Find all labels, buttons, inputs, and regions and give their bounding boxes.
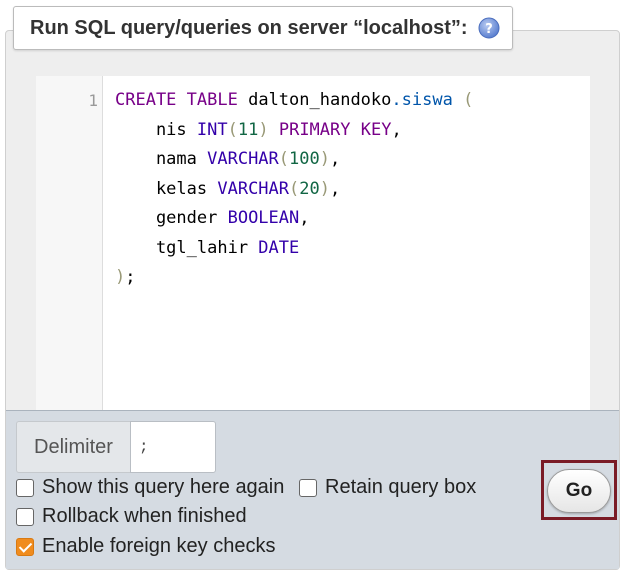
code-line: CREATE TABLE dalton_handoko.siswa ( xyxy=(115,86,473,116)
code-line: nis INT(11) PRIMARY KEY, xyxy=(115,116,473,146)
code-token: ) xyxy=(258,119,269,140)
code-token: , xyxy=(391,119,402,140)
code-token: VARCHAR xyxy=(217,178,290,199)
delimiter-input[interactable] xyxy=(130,421,216,473)
show-query-label: Show this query here again xyxy=(42,476,285,498)
code-token: , xyxy=(330,178,341,199)
line-number: 1 xyxy=(88,91,98,110)
line-number-gutter: 1 xyxy=(36,76,103,410)
foreign-key-label: Enable foreign key checks xyxy=(42,535,276,557)
code-token: tgl_lahir xyxy=(115,237,259,258)
code-token: KEY xyxy=(360,119,392,140)
code-token: dalton_handoko xyxy=(237,90,392,110)
code-token: TABLE xyxy=(186,90,238,110)
code-token: gender xyxy=(115,208,228,228)
code-line: gender BOOLEAN, xyxy=(115,204,473,234)
code-token: ) xyxy=(115,267,126,287)
svg-text:?: ? xyxy=(485,22,493,37)
rollback-checkbox[interactable] xyxy=(16,507,34,526)
code-token: ( xyxy=(278,149,290,169)
code-token: ( xyxy=(289,178,300,199)
code-token: kelas xyxy=(115,178,218,199)
code-token: , xyxy=(299,208,310,228)
code-token: DATE xyxy=(258,237,300,258)
code-token: VARCHAR xyxy=(207,149,279,169)
code-token: 100 xyxy=(289,149,320,169)
code-line: ); xyxy=(115,263,473,293)
code-token: INT xyxy=(196,119,228,140)
code-token: BOOLEAN xyxy=(227,208,300,228)
foreign-key-option[interactable]: Enable foreign key checks xyxy=(16,535,275,558)
code-token: nama xyxy=(115,149,208,169)
retain-box-option[interactable]: Retain query box xyxy=(299,476,476,499)
code-token: CREATE xyxy=(115,90,177,110)
retain-box-checkbox[interactable] xyxy=(299,478,317,497)
code-token: ( xyxy=(227,119,238,140)
help-icon[interactable]: ? xyxy=(478,17,500,39)
query-box-title: Run SQL query/queries on server “localho… xyxy=(30,16,468,39)
code-token: .siswa xyxy=(391,90,453,110)
foreign-key-checkbox[interactable] xyxy=(16,537,34,556)
delimiter-label: Delimiter xyxy=(16,421,130,473)
code-token: nis xyxy=(115,119,197,140)
code-token: , xyxy=(330,149,341,169)
code-token: ; xyxy=(125,267,136,287)
code-token: PRIMARY xyxy=(278,119,351,140)
sql-code[interactable]: CREATE TABLE dalton_handoko.siswa ( nis … xyxy=(115,86,473,293)
show-query-checkbox[interactable] xyxy=(16,478,34,497)
rollback-label: Rollback when finished xyxy=(42,505,247,527)
sql-editor[interactable]: 1 CREATE TABLE dalton_handoko.siswa ( ni… xyxy=(36,76,590,410)
code-line: tgl_lahir DATE xyxy=(115,234,473,264)
rollback-option[interactable]: Rollback when finished xyxy=(16,505,247,528)
code-token: ) xyxy=(319,149,330,169)
code-token: ( xyxy=(463,90,474,110)
code-token: ) xyxy=(319,178,330,199)
code-token: 11 xyxy=(237,119,259,140)
code-line: kelas VARCHAR(20), xyxy=(115,175,473,205)
code-token: 20 xyxy=(299,178,320,199)
go-button[interactable]: Go xyxy=(547,469,611,513)
show-query-option[interactable]: Show this query here again xyxy=(16,476,284,499)
code-line: nama VARCHAR(100), xyxy=(115,145,473,175)
retain-box-label: Retain query box xyxy=(325,476,477,498)
query-box-header: Run SQL query/queries on server “localho… xyxy=(13,6,513,50)
